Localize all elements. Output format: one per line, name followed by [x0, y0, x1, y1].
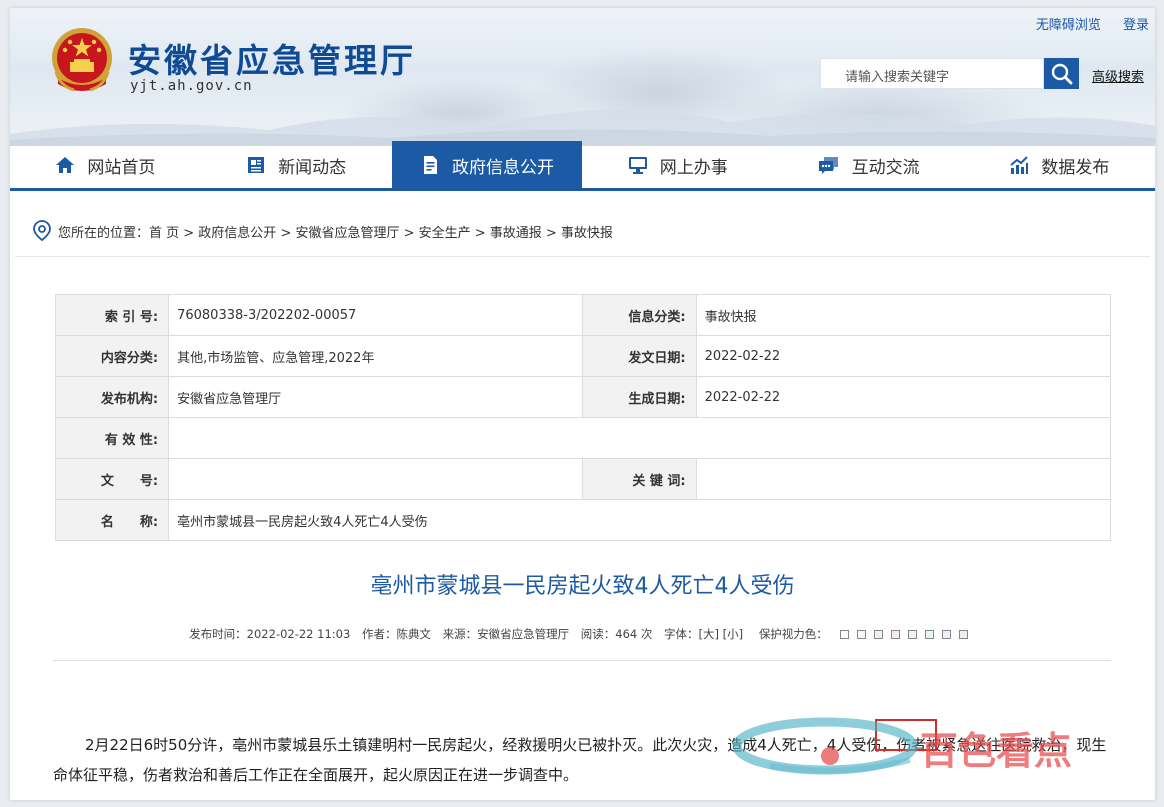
site-header: 安徽省应急管理厅 yjt.ah.gov.cn 无障碍浏览 登录 请输入搜索关键字…: [10, 8, 1155, 146]
content-category-value: 其他,市场监管、应急管理,2022年: [168, 335, 584, 377]
breadcrumb: 您所在的位置： 首 页 > 政府信息公开 > 安徽省应急管理厅 > 安全生产 >…: [32, 220, 613, 242]
site-url: yjt.ah.gov.cn: [130, 78, 253, 94]
color-swatch[interactable]: [839, 630, 849, 639]
category-label: 信息分类:: [582, 294, 697, 336]
color-swatch[interactable]: [856, 630, 866, 639]
document-icon: [423, 156, 437, 174]
nav-label: 数据发布: [1041, 157, 1110, 178]
view-count: 阅读：464 次: [580, 627, 653, 641]
name-value: 亳州市蒙城县一民房起火致4人死亡4人受伤: [168, 499, 1111, 541]
table-row: 发布机构: 安徽省应急管理厅 生成日期: 2022-02-22: [54, 376, 1112, 418]
validity-label: 有 效 性:: [54, 417, 170, 459]
nav-underline: [10, 188, 1155, 191]
login-link[interactable]: 登录: [1123, 18, 1149, 33]
nav-item-online-service[interactable]: 网上办事: [582, 141, 773, 189]
location-pin-icon: [33, 220, 51, 242]
news-icon: [248, 157, 265, 173]
document-info-table: 索 引 号: 76080338-3/202202-00057 信息分类: 事故快…: [54, 294, 1112, 541]
page: 安徽省应急管理厅 yjt.ah.gov.cn 无障碍浏览 登录 请输入搜索关键字…: [10, 8, 1155, 800]
accessibility-link[interactable]: 无障碍浏览: [1036, 18, 1101, 33]
divider: [53, 660, 1111, 661]
content-category-label: 内容分类:: [54, 335, 170, 377]
source: 来源：安徽省应急管理厅: [442, 627, 570, 641]
font-size-controls[interactable]: 字体：[大] [小]: [664, 627, 743, 641]
index-value: 76080338-3/202202-00057: [168, 294, 584, 336]
eye-care-swatches[interactable]: [836, 627, 972, 641]
index-label: 索 引 号:: [54, 294, 170, 336]
color-swatch[interactable]: [907, 630, 917, 639]
national-emblem-icon: [52, 28, 112, 92]
created-date-value: 2022-02-22: [695, 376, 1112, 418]
doc-number-value: [168, 458, 584, 500]
chat-icon: [818, 157, 838, 174]
breadcrumb-path[interactable]: 首 页 > 政府信息公开 > 安徽省应急管理厅 > 安全生产 > 事故通报 > …: [149, 222, 613, 241]
nav-label: 政府信息公开: [451, 157, 554, 178]
table-row: 内容分类: 其他,市场监管、应急管理,2022年 发文日期: 2022-02-2…: [54, 335, 1112, 377]
table-row: 名 称: 亳州市蒙城县一民房起火致4人死亡4人受伤: [54, 499, 1111, 541]
nav-label: 新闻动态: [278, 157, 347, 178]
nav-label: 互动交流: [851, 157, 920, 178]
site-title: 安徽省应急管理厅: [128, 41, 416, 80]
main-nav: 网站首页 新闻动态 政府信息公开 网上办事 互动交流 数据发布: [10, 141, 1155, 189]
article-title: 亳州市蒙城县一民房起火致4人死亡4人受伤: [370, 574, 795, 599]
category-value: 事故快报: [695, 294, 1112, 336]
nav-item-home[interactable]: 网站首页: [10, 141, 201, 189]
search-input[interactable]: 请输入搜索关键字: [820, 58, 1044, 89]
search-button[interactable]: [1044, 58, 1079, 89]
breadcrumb-prefix: 您所在的位置：: [58, 225, 150, 241]
created-date-label: 生成日期:: [582, 376, 697, 418]
home-icon: [56, 157, 75, 173]
publish-time: 发布时间：2022-02-22 11:03: [189, 627, 351, 641]
color-swatch[interactable]: [958, 630, 968, 639]
divider: [15, 256, 1150, 257]
color-swatch[interactable]: [924, 630, 934, 639]
color-swatch[interactable]: [890, 630, 900, 639]
monitor-icon: [628, 157, 647, 174]
keywords-label: 关 键 词:: [582, 458, 697, 500]
chart-icon: [1010, 156, 1029, 174]
author: 作者：陈典文: [361, 627, 431, 641]
watermark-logo: 百色看点: [732, 717, 1072, 775]
watermark-text: 百色看点: [920, 729, 1072, 773]
nav-item-interaction[interactable]: 互动交流: [773, 141, 964, 189]
doc-number-label: 文 号:: [54, 458, 170, 500]
nav-item-data-release[interactable]: 数据发布: [964, 141, 1155, 189]
table-row: 有 效 性:: [54, 417, 1111, 459]
nav-item-gov-info[interactable]: 政府信息公开: [391, 141, 583, 189]
name-label: 名 称:: [54, 499, 170, 541]
nav-label: 网上办事: [659, 157, 728, 178]
color-swatch[interactable]: [941, 630, 951, 639]
publisher-value: 安徽省应急管理厅: [168, 376, 584, 418]
table-row: 索 引 号: 76080338-3/202202-00057 信息分类: 事故快…: [54, 294, 1112, 336]
validity-value: [168, 417, 1111, 459]
nav-item-news[interactable]: 新闻动态: [201, 141, 392, 189]
table-row: 文 号: 关 键 词:: [54, 458, 1112, 500]
eye-care-color-label: 保护视力色：: [755, 627, 976, 641]
nav-label: 网站首页: [87, 157, 156, 178]
issue-date-label: 发文日期:: [582, 335, 697, 377]
search-icon: [1051, 63, 1073, 85]
article-meta: 发布时间：2022-02-22 11:03 作者：陈典文 来源：安徽省应急管理厅…: [10, 626, 1155, 642]
color-swatch[interactable]: [873, 630, 883, 639]
mountain-decoration: [10, 109, 1155, 146]
top-links: 无障碍浏览 登录: [1018, 14, 1149, 33]
issue-date-value: 2022-02-22: [695, 335, 1112, 377]
publisher-label: 发布机构:: [54, 376, 170, 418]
advanced-search-link[interactable]: 高级搜索: [1092, 66, 1144, 85]
keywords-value: [695, 458, 1112, 500]
